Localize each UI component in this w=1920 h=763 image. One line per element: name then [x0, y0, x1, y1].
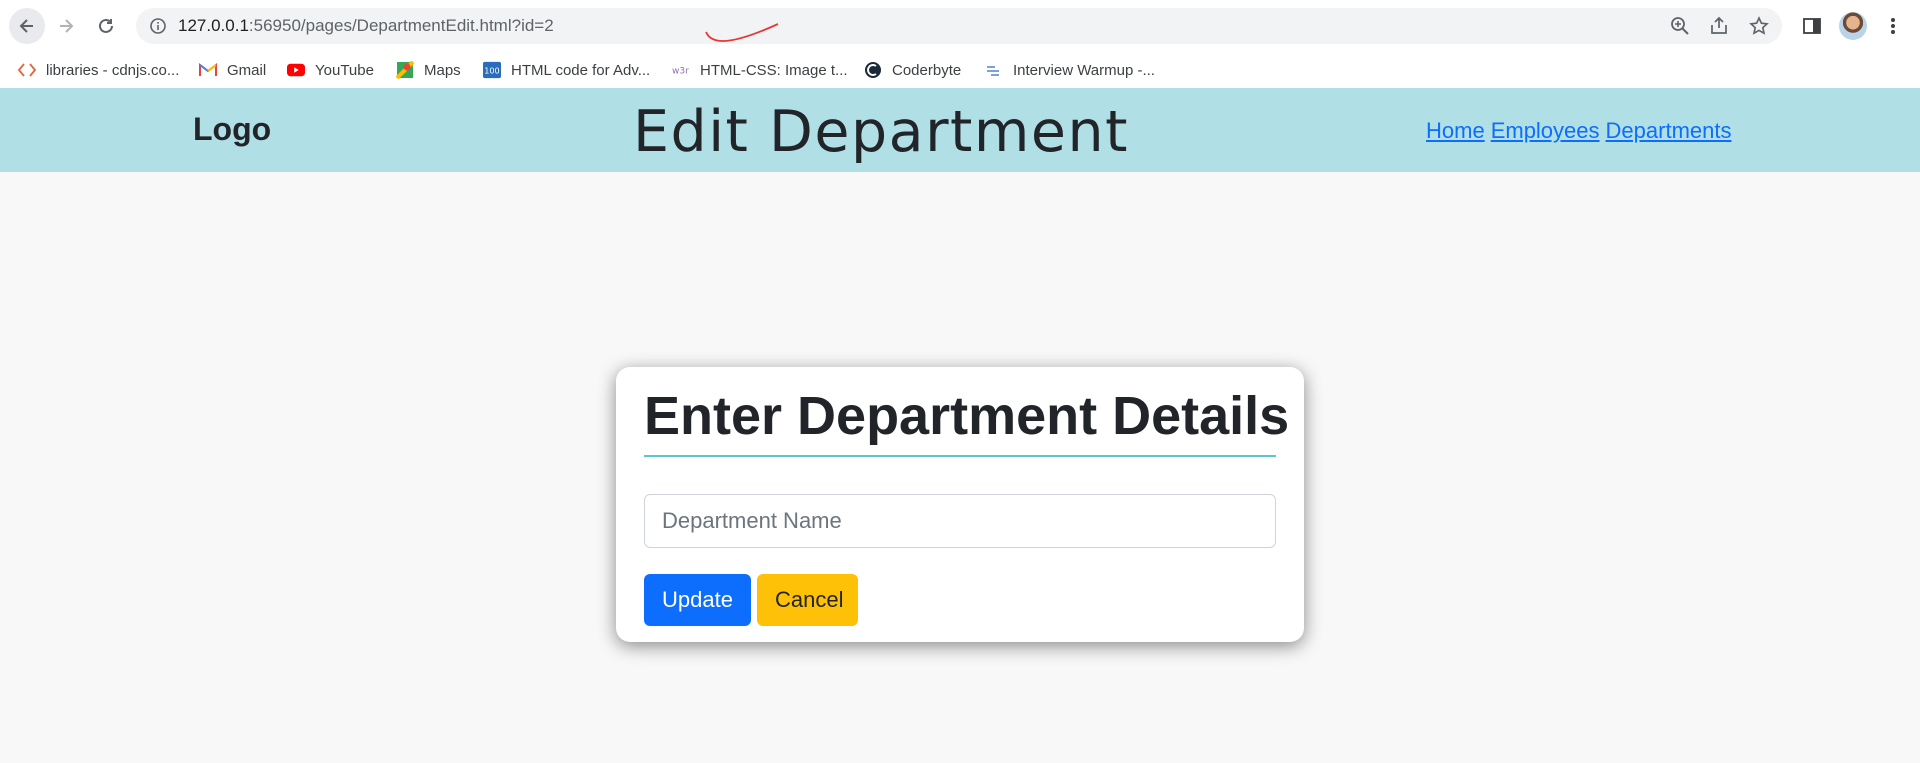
coderbyte-icon	[864, 61, 882, 79]
bookmark-label: Maps	[424, 61, 461, 79]
bookmark-label: Gmail	[227, 61, 267, 79]
side-panel-icon[interactable]	[1799, 13, 1825, 39]
bookmarks-bar: libraries - cdnjs.co... Gmail YouTube Ma…	[0, 52, 1920, 88]
bookmark-w3r[interactable]: w3r HTML-CSS: Image t...	[672, 57, 848, 83]
address-bar[interactable]: 127.0.0.1:56950/pages/DepartmentEdit.htm…	[136, 8, 1782, 44]
w3r-icon: w3r	[672, 61, 690, 79]
nav-link-home[interactable]: Home	[1426, 118, 1485, 143]
arrow-right-icon	[60, 19, 74, 33]
cancel-button[interactable]: Cancel	[757, 574, 858, 626]
page-title: Edit Department	[633, 99, 1129, 165]
gmail-icon	[199, 61, 217, 79]
bookmark-coderbyte[interactable]: Coderbyte	[864, 57, 961, 83]
bookmark-gmail[interactable]: Gmail	[199, 57, 266, 83]
svg-text:w3r: w3r	[672, 67, 689, 77]
warmup-icon	[985, 61, 1003, 79]
url-host: 127.0.0.1	[178, 16, 249, 35]
bookmark-html-code[interactable]: 100 HTML code for Adv...	[483, 57, 650, 83]
bookmark-label: libraries - cdnjs.co...	[46, 61, 180, 79]
bookmark-maps[interactable]: Maps	[396, 57, 461, 83]
star-icon[interactable]	[1748, 15, 1770, 37]
page-header: Logo Edit Department Home Employees Depart…	[0, 88, 1920, 172]
bookmark-youtube[interactable]: YouTube	[287, 57, 374, 83]
100-badge-icon: 100	[483, 61, 501, 79]
svg-text:100: 100	[484, 66, 499, 76]
back-button[interactable]	[9, 8, 45, 44]
red-pen-annotation	[705, 23, 779, 42]
info-icon[interactable]	[149, 17, 167, 35]
url-text[interactable]: 127.0.0.1:56950/pages/DepartmentEdit.htm…	[178, 16, 554, 36]
forward-button[interactable]	[48, 8, 84, 44]
reload-icon	[99, 18, 113, 33]
department-name-input[interactable]	[644, 494, 1276, 548]
bookmark-label: Coderbyte	[892, 61, 962, 79]
bookmark-label: HTML code for Adv...	[511, 61, 651, 79]
reload-button[interactable]	[88, 8, 124, 44]
logo: Logo	[193, 111, 272, 147]
form-heading: Enter Department Details	[644, 385, 1289, 457]
kebab-menu-icon[interactable]	[1880, 13, 1906, 39]
update-button[interactable]: Update	[644, 574, 751, 626]
bookmark-label: HTML-CSS: Image t...	[700, 61, 848, 79]
zoom-icon[interactable]	[1669, 15, 1691, 37]
share-icon[interactable]	[1708, 15, 1730, 37]
bookmark-cdnjs[interactable]: libraries - cdnjs.co...	[18, 57, 179, 83]
bookmark-label: Interview Warmup -...	[1013, 61, 1155, 79]
arrow-left-icon	[19, 19, 33, 33]
code-brackets-icon	[18, 61, 36, 79]
department-form-card: Enter Department Details Update Cancel	[616, 367, 1304, 642]
url-path: :56950/pages/DepartmentEdit.html?id=2	[248, 16, 554, 35]
profile-avatar[interactable]	[1839, 12, 1867, 40]
browser-toolbar: 127.0.0.1:56950/pages/DepartmentEdit.htm…	[0, 0, 1920, 52]
bookmark-interview-warmup[interactable]: Interview Warmup -...	[985, 57, 1155, 83]
bookmark-label: YouTube	[315, 61, 374, 79]
youtube-icon	[287, 61, 305, 79]
nav-link-departments[interactable]: Departments	[1606, 118, 1732, 143]
top-nav: Home Employees Departments	[1426, 118, 1737, 144]
nav-link-employees[interactable]: Employees	[1491, 118, 1600, 143]
maps-icon	[396, 61, 414, 79]
